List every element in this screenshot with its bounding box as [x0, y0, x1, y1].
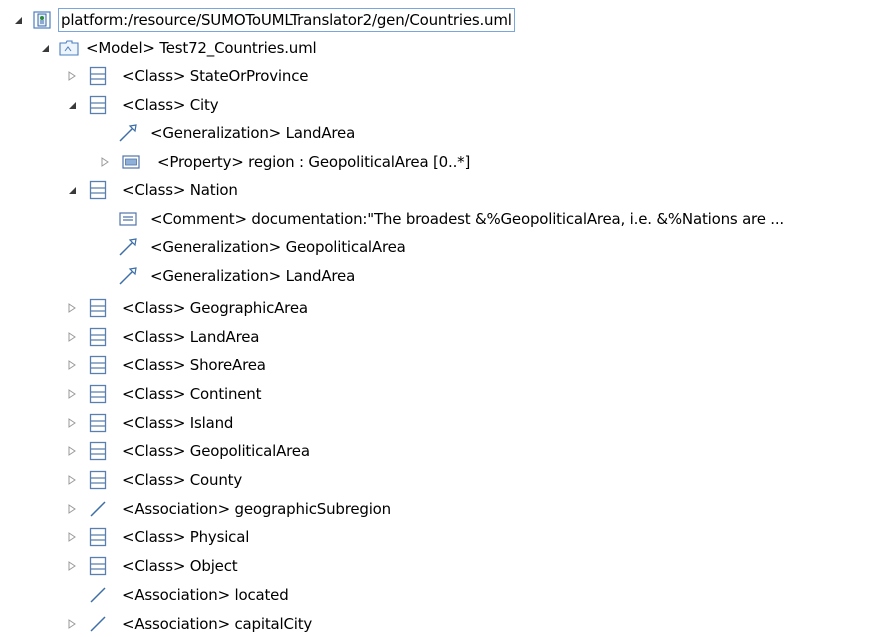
association-icon [87, 496, 109, 522]
tree-item-label[interactable]: <Association> capitalCity [122, 611, 312, 637]
generalization-icon [117, 234, 139, 260]
tree-item-label[interactable]: <Class> StateOrProvince [122, 63, 308, 89]
tree-item-row[interactable]: <Class> Island [0, 410, 885, 436]
class-icon [87, 295, 109, 321]
comment-icon [117, 206, 139, 232]
generalization-icon [117, 263, 139, 289]
class-icon [87, 553, 109, 579]
tree-item-label[interactable]: <Class> GeopoliticalArea [122, 438, 310, 464]
expanded-triangle-icon[interactable] [66, 92, 78, 118]
tree-item-row[interactable]: <Comment> documentation:"The broadest &%… [0, 206, 885, 232]
class-icon [87, 177, 109, 203]
tree-item-label[interactable]: <Class> Island [122, 410, 233, 436]
tree-item-label[interactable]: <Class> LandArea [122, 324, 259, 350]
class-icon [87, 524, 109, 550]
collapsed-triangle-icon[interactable] [66, 438, 78, 464]
association-icon [87, 582, 109, 608]
tree-item-row[interactable]: <Class> GeopoliticalArea [0, 438, 885, 464]
tree-item-label[interactable]: <Class> Physical [122, 524, 249, 550]
tree-item-label[interactable]: <Class> Nation [122, 177, 238, 203]
root-resource-label[interactable]: platform:/resource/SUMOToUMLTranslator2/… [58, 8, 515, 32]
tree-item-row[interactable]: <Association> geographicSubregion [0, 496, 885, 522]
tree-item-label[interactable]: <Generalization> LandArea [150, 120, 355, 146]
tree-item-label[interactable]: <Class> County [122, 467, 242, 493]
expanded-triangle-icon[interactable] [12, 7, 24, 33]
tree-item-row[interactable]: <Class> GeographicArea [0, 295, 885, 321]
tree-item-label[interactable]: <Class> Object [122, 553, 238, 579]
tree-item-row[interactable]: <Class> Object [0, 553, 885, 579]
expanded-triangle-icon[interactable] [39, 35, 51, 61]
class-icon [87, 467, 109, 493]
collapsed-triangle-icon[interactable] [66, 553, 78, 579]
tree-item-row[interactable]: <Class> Physical [0, 524, 885, 550]
collapsed-triangle-icon[interactable] [66, 295, 78, 321]
collapsed-triangle-icon[interactable] [66, 524, 78, 550]
tree-item-row[interactable]: <Class> City [0, 92, 885, 118]
tree-item-label[interactable]: <Association> geographicSubregion [122, 496, 391, 522]
tree-item-label[interactable]: <Class> City [122, 92, 219, 118]
collapsed-triangle-icon[interactable] [66, 496, 78, 522]
association-icon [87, 611, 109, 637]
collapsed-triangle-icon[interactable] [66, 611, 78, 637]
collapsed-triangle-icon[interactable] [66, 324, 78, 350]
collapsed-triangle-icon[interactable] [66, 410, 78, 436]
collapsed-triangle-icon[interactable] [66, 467, 78, 493]
class-icon [87, 352, 109, 378]
property-icon [120, 149, 142, 175]
class-icon [87, 438, 109, 464]
collapsed-triangle-icon[interactable] [66, 381, 78, 407]
uml-model-tree: platform:/resource/SUMOToUMLTranslator2/… [0, 0, 885, 634]
class-icon [87, 410, 109, 436]
expanded-triangle-icon[interactable] [66, 177, 78, 203]
collapsed-triangle-icon[interactable] [99, 149, 111, 175]
tree-root-row[interactable]: platform:/resource/SUMOToUMLTranslator2/… [0, 7, 885, 33]
uml-resource-icon [31, 7, 53, 33]
tree-item-label[interactable]: <Class> Continent [122, 381, 262, 407]
class-icon [87, 324, 109, 350]
tree-item-label[interactable]: <Generalization> LandArea [150, 263, 355, 289]
tree-item-label[interactable]: <Property> region : GeopoliticalArea [0.… [157, 149, 470, 175]
tree-item-label[interactable]: <Generalization> GeopoliticalArea [150, 234, 406, 260]
tree-item-row[interactable]: <Class> LandArea [0, 324, 885, 350]
class-icon [87, 63, 109, 89]
class-icon [87, 92, 109, 118]
tree-item-row[interactable]: <Class> StateOrProvince [0, 63, 885, 89]
tree-item-row[interactable]: <Generalization> GeopoliticalArea [0, 234, 885, 260]
model-icon [58, 35, 80, 61]
tree-item-row[interactable]: <Association> located [0, 582, 885, 608]
tree-item-row[interactable]: <Property> region : GeopoliticalArea [0.… [0, 149, 885, 175]
tree-model-row[interactable]: <Model> Test72_Countries.uml [0, 35, 885, 61]
model-label[interactable]: <Model> Test72_Countries.uml [86, 35, 317, 61]
tree-item-row[interactable]: <Generalization> LandArea [0, 120, 885, 146]
tree-item-row[interactable]: <Class> County [0, 467, 885, 493]
generalization-icon [117, 120, 139, 146]
tree-item-label[interactable]: <Class> GeographicArea [122, 295, 308, 321]
tree-item-label[interactable]: <Comment> documentation:"The broadest &%… [150, 206, 784, 232]
tree-item-row[interactable]: <Association> capitalCity [0, 611, 885, 637]
collapsed-triangle-icon[interactable] [66, 352, 78, 378]
tree-item-row[interactable]: <Class> Continent [0, 381, 885, 407]
tree-item-row[interactable]: <Class> ShoreArea [0, 352, 885, 378]
tree-item-row[interactable]: <Generalization> LandArea [0, 263, 885, 289]
tree-item-row[interactable]: <Class> Nation [0, 177, 885, 203]
class-icon [87, 381, 109, 407]
tree-item-label[interactable]: <Class> ShoreArea [122, 352, 266, 378]
tree-item-label[interactable]: <Association> located [122, 582, 289, 608]
collapsed-triangle-icon[interactable] [66, 63, 78, 89]
